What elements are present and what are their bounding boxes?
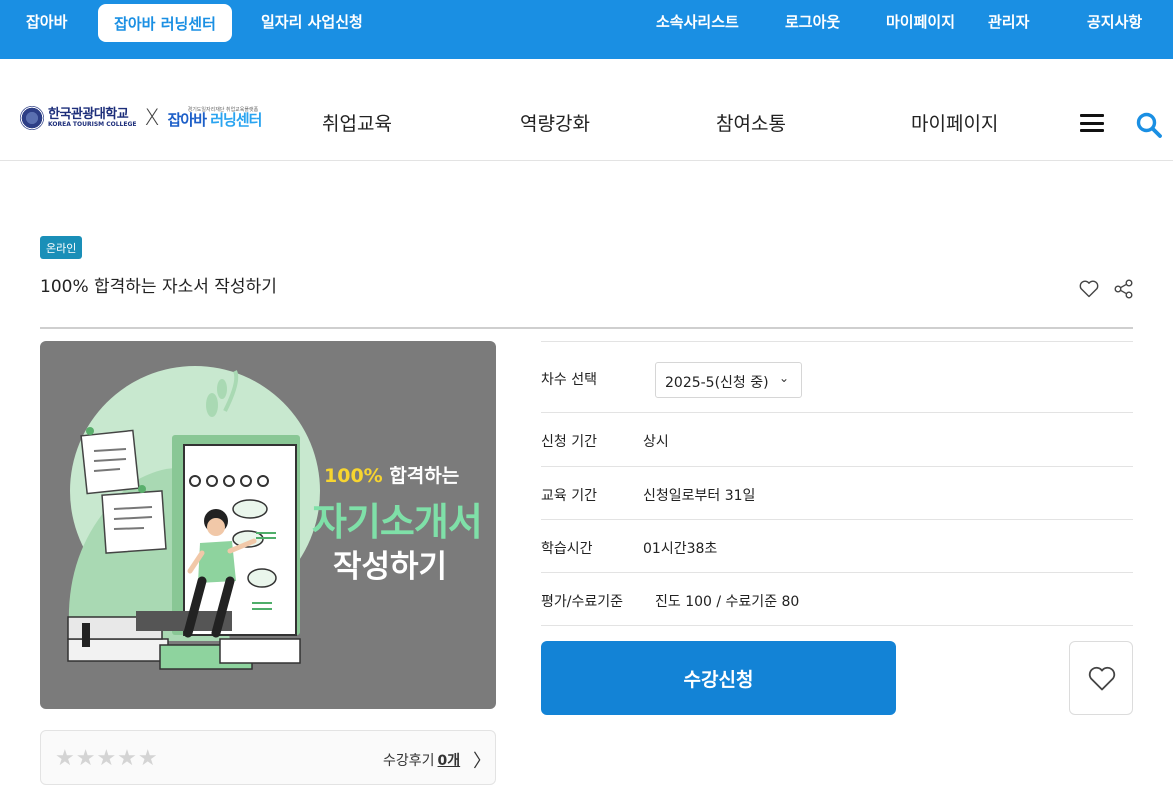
topbar-link-notice[interactable]: 공지사항 xyxy=(1087,11,1142,33)
info-row-study-time: 학습시간 01시간38초 xyxy=(541,520,1133,573)
logo-univ-en: KOREA TOURISM COLLEGE xyxy=(48,121,137,128)
study-time-label: 학습시간 xyxy=(541,541,593,557)
topbar-link-affiliate-list[interactable]: 소속사리스트 xyxy=(656,11,739,33)
logo-univ-ko: 한국관광대학교 xyxy=(48,107,129,122)
logo-separator: X xyxy=(144,105,160,131)
thumb-line3: 작성하기 xyxy=(333,549,448,585)
main-header: 한국관광대학교 KOREA TOURISM COLLEGE X 경기도일자리재단… xyxy=(0,59,1173,161)
topbar-link-mypage[interactable]: 마이페이지 xyxy=(886,11,955,33)
edu-period-label: 교육 기간 xyxy=(541,488,597,504)
search-icon[interactable] xyxy=(1135,111,1163,139)
university-seal-icon xyxy=(20,106,44,130)
chevron-right-icon: 〉 xyxy=(473,751,491,772)
study-time-value: 01시간38초 xyxy=(643,541,718,557)
rating-stars-icon: ★★★★★ xyxy=(55,746,159,771)
info-row-session: 차수 선택 2025-5(신청 중) ⌄ xyxy=(541,342,1133,413)
nav-employment-edu[interactable]: 취업교육 xyxy=(322,109,392,136)
top-utility-bar: 잡아바 잡아바 러닝센터 일자리 사업신청 소속사리스트 로그아웃 마이페이지 … xyxy=(0,0,1173,59)
topbar-link-learning-center[interactable]: 잡아바 러닝센터 xyxy=(98,4,232,42)
topbar-link-jobaba[interactable]: 잡아바 xyxy=(26,11,67,33)
logo-brand-b: 러닝센터 xyxy=(210,111,262,129)
topbar-link-logout[interactable]: 로그아웃 xyxy=(785,11,840,33)
session-label: 차수 선택 xyxy=(541,372,597,388)
reviews-label: 수강후기 0개 xyxy=(383,753,461,769)
hamburger-menu-icon[interactable] xyxy=(1080,114,1104,132)
session-select-value: 2025-5(신청 중) xyxy=(665,375,769,391)
info-row-criteria: 평가/수료기준 진도 100 / 수료기준 80 xyxy=(541,573,1133,626)
logo-brand-a: 잡아바 xyxy=(167,111,207,129)
session-select[interactable]: 2025-5(신청 중) ⌄ xyxy=(655,362,802,398)
online-badge: 온라인 xyxy=(40,236,83,259)
heart-icon[interactable] xyxy=(1079,280,1099,298)
thumb-line1: 100% 합격하는 xyxy=(324,465,460,487)
criteria-label: 평가/수료기준 xyxy=(541,594,623,610)
info-row-apply-period: 신청 기간 상시 xyxy=(541,413,1133,467)
title-divider xyxy=(40,327,1133,329)
reviews-count: 0개 xyxy=(437,753,461,769)
heart-icon xyxy=(1088,666,1116,691)
site-logo[interactable]: 한국관광대학교 KOREA TOURISM COLLEGE X 경기도일자리재단… xyxy=(20,105,262,131)
share-icon[interactable] xyxy=(1113,278,1135,300)
info-row-edu-period: 교육 기간 신청일로부터 31일 xyxy=(541,467,1133,520)
apply-period-label: 신청 기간 xyxy=(541,434,597,450)
nav-mypage[interactable]: 마이페이지 xyxy=(911,109,998,136)
apply-button[interactable]: 수강신청 xyxy=(541,641,896,715)
apply-period-value: 상시 xyxy=(643,434,669,450)
criteria-value: 진도 100 / 수료기준 80 xyxy=(655,594,800,610)
course-reviews-link[interactable]: ★★★★★ 수강후기 0개 〉 xyxy=(40,730,496,785)
edu-period-value: 신청일로부터 31일 xyxy=(643,488,756,504)
nav-participation[interactable]: 참여소통 xyxy=(716,109,786,136)
nav-competency[interactable]: 역량강화 xyxy=(520,109,590,136)
topbar-link-admin[interactable]: 관리자 xyxy=(988,11,1029,33)
course-thumbnail: 100% 합격하는 자기소개서 작성하기 xyxy=(40,341,496,709)
topbar-link-job-program[interactable]: 일자리 사업신청 xyxy=(261,11,363,33)
chevron-down-icon: ⌄ xyxy=(778,371,789,385)
thumb-line2: 자기소개서 xyxy=(312,500,483,544)
wishlist-button[interactable] xyxy=(1069,641,1133,715)
course-title: 100% 합격하는 자소서 작성하기 xyxy=(40,277,277,297)
